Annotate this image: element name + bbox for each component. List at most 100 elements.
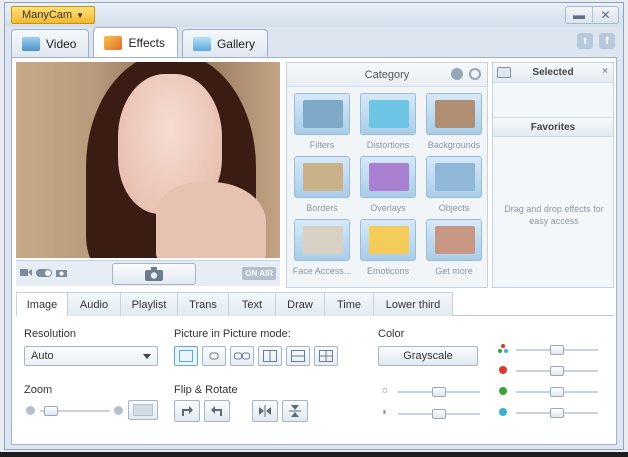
pip-none-icon [179, 350, 193, 362]
zoom-frame-button[interactable] [128, 400, 158, 420]
tab-trans[interactable]: Trans [177, 292, 229, 316]
pip-small-icon [209, 352, 219, 360]
twitter-icon[interactable]: t [577, 33, 593, 49]
resolution-select[interactable]: Auto [24, 346, 158, 366]
flip-horizontal-button[interactable] [252, 400, 278, 422]
category-item[interactable]: Distortions [359, 93, 417, 152]
tab-label: Effects [128, 35, 165, 50]
pip-mode-vertical-split[interactable] [258, 346, 282, 366]
category-label: Borders [306, 203, 338, 213]
facebook-icon[interactable]: f [599, 33, 615, 49]
close-button[interactable]: ✕ [592, 7, 618, 23]
minimize-button[interactable]: ▬ [566, 7, 592, 23]
pip-mode-quad[interactable] [314, 346, 338, 366]
slider-thumb[interactable] [44, 406, 58, 416]
minimize-icon: ▬ [573, 8, 585, 22]
pip-mode-small[interactable] [202, 346, 226, 366]
blue-slider[interactable] [516, 408, 598, 418]
close-icon[interactable]: × [602, 66, 608, 77]
tab-effects[interactable]: Effects [93, 27, 178, 57]
tab-playlist[interactable]: Playlist [120, 292, 178, 316]
toggle-switch-icon [36, 268, 52, 277]
category-item[interactable]: Borders [293, 156, 351, 215]
slider-thumb[interactable] [550, 345, 564, 355]
split-horizontal-icon [291, 350, 305, 362]
green-channel-icon [499, 387, 507, 395]
effects-tab-icon [104, 35, 123, 50]
flip-rotate-label: Flip & Rotate [174, 384, 238, 396]
zoom-out-icon[interactable] [26, 406, 35, 415]
tab-video[interactable]: Video [11, 29, 90, 57]
tab-gallery[interactable]: Gallery [181, 29, 268, 57]
category-item[interactable]: Face Access... [293, 219, 351, 278]
category-item[interactable]: Filters [293, 93, 351, 152]
hue-slider[interactable] [516, 345, 598, 355]
slider-thumb[interactable] [550, 408, 564, 418]
pip-mode-horizontal-split[interactable] [286, 346, 310, 366]
category-label: Get more [435, 266, 473, 276]
zoom-in-icon[interactable] [114, 406, 123, 415]
chevron-down-icon [143, 354, 151, 359]
slider-thumb[interactable] [550, 366, 564, 376]
pip-label: Picture in Picture mode: [174, 328, 291, 340]
category-label: Filters [309, 140, 335, 150]
video-tab-icon [22, 36, 40, 51]
zoom-label: Zoom [24, 384, 53, 396]
flip-horizontal-icon [259, 405, 271, 417]
resolution-label: Resolution [24, 328, 76, 340]
tab-text[interactable]: Text [228, 292, 276, 316]
video-mode-toggle[interactable] [20, 268, 67, 277]
pip-mode-off[interactable] [174, 346, 198, 366]
red-slider[interactable] [516, 366, 598, 376]
brightness-icon: ☼ [380, 384, 391, 396]
title-bar: ManyCam ▼ ▬ ✕ [5, 3, 623, 27]
category-item[interactable]: Backgrounds [425, 93, 483, 152]
app-menu-button[interactable]: ManyCam ▼ [11, 6, 95, 24]
category-item[interactable]: Get more [425, 219, 483, 278]
tab-label: Gallery [216, 36, 255, 51]
folder-icon [360, 156, 416, 198]
pip-side-by-side-icon [234, 352, 250, 360]
pip-mode-side[interactable] [230, 346, 254, 366]
folder-icon [360, 219, 416, 261]
slider-thumb[interactable] [432, 409, 446, 419]
pip-mode-buttons [174, 346, 338, 366]
add-icon[interactable] [451, 68, 463, 80]
tab-time[interactable]: Time [324, 292, 374, 316]
rotate-left-button[interactable] [204, 400, 230, 422]
grayscale-button[interactable]: Grayscale [378, 346, 478, 366]
contrast-slider[interactable] [398, 409, 480, 419]
category-label: Emoticons [366, 266, 410, 276]
category-thumbnail [369, 226, 409, 254]
folder-icon [426, 93, 482, 135]
manycam-window: ManyCam ▼ ▬ ✕ Video Effects Gallery t f [4, 2, 624, 450]
main-tabs: Video Effects Gallery [11, 27, 268, 57]
photo-camera-icon [56, 270, 67, 277]
slider-thumb[interactable] [432, 387, 446, 397]
camera-icon [145, 267, 163, 281]
category-item[interactable]: Emoticons [359, 219, 417, 278]
slider-thumb[interactable] [550, 387, 564, 397]
category-thumbnail [435, 100, 475, 128]
category-item[interactable]: Objects [425, 156, 483, 215]
category-label: Face Access... [292, 266, 352, 276]
resolution-value: Auto [31, 350, 54, 362]
category-item[interactable]: Overlays [359, 156, 417, 215]
rotate-right-button[interactable] [174, 400, 200, 422]
brightness-slider[interactable] [398, 387, 480, 397]
effects-content: ON AIR Category Filters Distortions Backgr… [11, 57, 617, 445]
green-slider[interactable] [516, 387, 598, 397]
folder-icon [294, 156, 350, 198]
zoom-slider[interactable] [40, 406, 110, 416]
tab-lower-third[interactable]: Lower third [373, 292, 453, 316]
preview-icon[interactable] [497, 67, 511, 78]
flip-vertical-button[interactable] [282, 400, 308, 422]
tab-audio[interactable]: Audio [67, 292, 121, 316]
search-icon[interactable] [469, 68, 481, 80]
video-camera-icon [20, 269, 32, 276]
category-label: Objects [438, 203, 470, 213]
category-actions [451, 68, 481, 80]
tab-image[interactable]: Image [16, 292, 68, 317]
tab-draw[interactable]: Draw [275, 292, 325, 316]
snapshot-button[interactable] [112, 263, 196, 285]
